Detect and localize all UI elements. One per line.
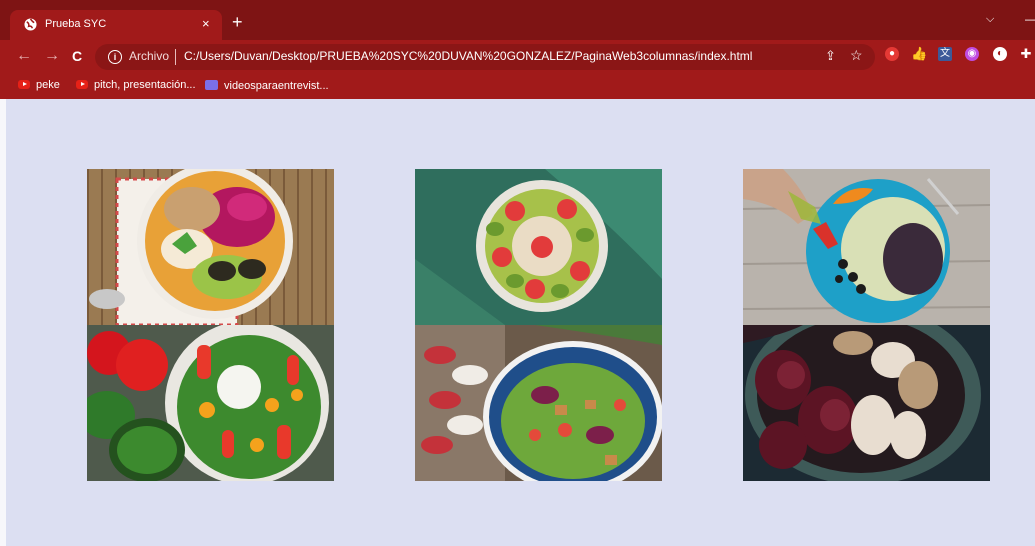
bookmark-videos[interactable]: videosparaentrevist... <box>205 79 329 92</box>
browser-toolbar: ← → C i Archivo C:/Users/Duvan/Desktop/P… <box>0 40 1035 74</box>
photo-green-salad-bowl <box>415 325 662 481</box>
bookmark-label: videosparaentrevist... <box>224 80 329 92</box>
video-folder-icon <box>205 80 218 90</box>
tab-search-chevron-icon[interactable]: ⌵ <box>986 13 994 26</box>
tab-title: Prueba SYC <box>45 18 107 30</box>
globe-icon <box>24 18 37 31</box>
new-tab-plus-icon[interactable]: + <box>232 13 243 31</box>
tab-close-icon[interactable]: × <box>202 16 210 31</box>
reload-icon[interactable]: C <box>72 47 82 65</box>
share-icon[interactable]: ⇪ <box>825 48 836 64</box>
bookmark-peke[interactable]: peke <box>18 79 60 91</box>
photo-acai-bowl <box>87 169 334 325</box>
thumbs-up-extension-icon[interactable]: 👍 <box>911 47 927 61</box>
forward-arrow-icon[interactable]: → <box>44 47 60 65</box>
tab-strip: Prueba SYC × + ⌵ — <box>0 0 1035 40</box>
circle-extension-icon[interactable]: ◐ <box>993 47 1007 61</box>
puzzle-extensions-icon[interactable]: ✚ <box>1019 47 1033 61</box>
window-minimize-icon[interactable]: — <box>1025 12 1035 26</box>
photo-kiwi-smoothie-bowl <box>415 169 662 325</box>
youtube-icon <box>18 80 30 89</box>
lastpass-extension-icon[interactable]: ◉ <box>965 47 979 61</box>
bookmark-pitch[interactable]: pitch, presentación... <box>76 79 196 91</box>
bookmark-label: peke <box>36 79 60 91</box>
info-icon[interactable]: i <box>108 50 122 64</box>
active-tab[interactable]: Prueba SYC × <box>10 10 222 40</box>
back-arrow-icon[interactable]: ← <box>16 47 32 65</box>
bookmark-star-icon[interactable]: ☆ <box>850 47 863 64</box>
url-text[interactable]: C:/Users/Duvan/Desktop/PRUEBA%20SYC%20DU… <box>184 49 752 63</box>
address-bar[interactable]: i Archivo C:/Users/Duvan/Desktop/PRUEBA%… <box>95 44 875 70</box>
photo-roasted-beets-mushrooms <box>743 325 990 481</box>
browser-window: Prueba SYC × + ⌵ — ← → C i Archivo C:/Us… <box>0 0 1035 546</box>
translate-extension-icon[interactable]: 文 <box>938 47 952 61</box>
security-label: Archivo <box>129 49 170 63</box>
photo-burrata-salad <box>87 325 334 481</box>
youtube-icon <box>76 80 88 89</box>
photo-salad-plate-oil <box>743 169 990 325</box>
record-extension-icon[interactable]: ● <box>885 47 899 61</box>
address-separator <box>175 49 176 65</box>
bookmark-label: pitch, presentación... <box>94 79 196 91</box>
bookmarks-bar: peke pitch, presentación... videosparaen… <box>0 74 1035 99</box>
